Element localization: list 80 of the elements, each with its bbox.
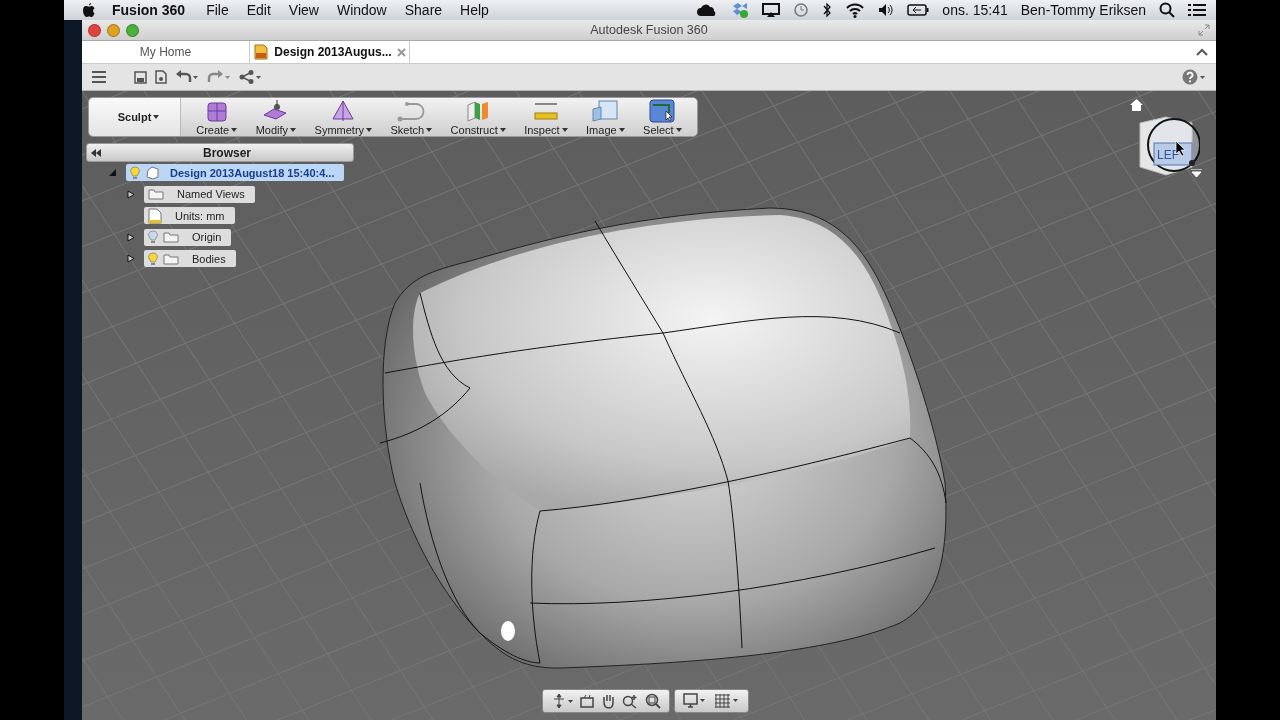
caret-icon bbox=[675, 127, 682, 132]
share-icon[interactable] bbox=[239, 70, 263, 84]
list-icon[interactable] bbox=[1188, 3, 1206, 17]
fullscreen-icon[interactable] bbox=[1198, 24, 1210, 36]
caret-icon bbox=[426, 127, 433, 132]
tool-button[interactable]: Inspect bbox=[522, 98, 570, 136]
browser-title: Browser bbox=[202, 145, 252, 160]
wifi-icon[interactable] bbox=[845, 2, 866, 18]
image-icon bbox=[590, 98, 621, 123]
app-menu[interactable]: Fusion 360 bbox=[96, 2, 198, 18]
menu-item[interactable]: View bbox=[279, 2, 328, 18]
minimize-button[interactable] bbox=[107, 23, 120, 37]
look-at-icon[interactable] bbox=[580, 694, 594, 708]
collapse-panel-icon[interactable] bbox=[91, 148, 101, 157]
airplay-icon[interactable] bbox=[762, 3, 781, 17]
workspace-dropdown[interactable]: Sculpt bbox=[89, 98, 181, 136]
user-name[interactable]: Ben-Tommy Eriksen bbox=[1020, 2, 1146, 18]
tool-button[interactable]: Sketch bbox=[388, 98, 435, 136]
caret-icon bbox=[290, 127, 297, 132]
zoom-icon[interactable] bbox=[622, 693, 638, 709]
menu-item[interactable]: Share bbox=[395, 2, 452, 18]
caret-icon bbox=[366, 127, 373, 132]
dropbox-icon[interactable] bbox=[731, 2, 750, 18]
caret-icon bbox=[499, 127, 506, 132]
tool-button[interactable]: Image bbox=[584, 98, 627, 136]
light-bulb-icon bbox=[148, 251, 158, 266]
collapsed-arrow-icon[interactable] bbox=[127, 189, 135, 199]
bluetooth-icon[interactable] bbox=[822, 2, 833, 18]
expanded-arrow-icon[interactable] bbox=[109, 168, 117, 178]
window-title: Autodesk Fusion 360 bbox=[590, 23, 708, 37]
caret-icon bbox=[618, 127, 625, 132]
component-icon bbox=[145, 165, 159, 180]
menu-item[interactable]: Window bbox=[327, 2, 396, 18]
export-icon[interactable] bbox=[155, 70, 167, 84]
menu-item[interactable]: Edit bbox=[237, 2, 280, 18]
caret-icon bbox=[153, 115, 160, 119]
close-icon[interactable] bbox=[396, 47, 406, 57]
tool-button[interactable]: Select bbox=[641, 98, 684, 136]
pan-hand-icon[interactable] bbox=[601, 693, 615, 709]
folder-icon bbox=[148, 188, 164, 201]
menu-item[interactable]: Help bbox=[451, 2, 498, 18]
tool-button[interactable]: Modify bbox=[253, 98, 299, 136]
tool-button[interactable]: Construct bbox=[448, 98, 508, 136]
folder-icon bbox=[163, 252, 179, 265]
display-icon[interactable] bbox=[683, 693, 707, 709]
light-bulb-icon bbox=[130, 165, 140, 180]
tool-button[interactable]: Symmetry bbox=[312, 98, 375, 136]
orbit-icon[interactable] bbox=[551, 693, 573, 709]
help-icon[interactable] bbox=[1182, 69, 1206, 85]
caret-icon bbox=[231, 127, 238, 132]
close-button[interactable] bbox=[88, 23, 101, 37]
fit-icon[interactable] bbox=[645, 693, 661, 709]
save-icon[interactable] bbox=[134, 70, 147, 84]
volume-icon[interactable] bbox=[878, 3, 895, 17]
collapsed-arrow-icon[interactable] bbox=[127, 254, 135, 264]
ruler-icon bbox=[148, 207, 162, 224]
file-icon bbox=[253, 44, 270, 60]
tree-item[interactable]: Bodies bbox=[144, 250, 236, 268]
tree-item[interactable]: Units: mm bbox=[144, 207, 235, 225]
undo-icon[interactable] bbox=[175, 70, 199, 84]
select-icon bbox=[647, 98, 678, 123]
view-menu-icon[interactable] bbox=[1191, 169, 1202, 177]
battery-icon[interactable] bbox=[907, 4, 930, 16]
collapsed-arrow-icon[interactable] bbox=[127, 232, 135, 242]
search-icon[interactable] bbox=[1159, 2, 1175, 18]
caret-icon bbox=[561, 127, 568, 132]
grid-icon[interactable] bbox=[714, 693, 740, 709]
redo-icon[interactable] bbox=[207, 70, 231, 84]
menu-icon[interactable] bbox=[92, 71, 106, 83]
menu-clock: ons. 15:41 bbox=[942, 2, 1008, 18]
tool-button[interactable]: Create bbox=[194, 98, 240, 136]
light-bulb-icon bbox=[148, 230, 158, 245]
tree-item[interactable]: Design 2013August18 15:40:4... bbox=[126, 164, 345, 182]
apple-icon bbox=[82, 2, 96, 18]
menu-item[interactable]: File bbox=[197, 2, 238, 18]
folder-icon bbox=[163, 231, 179, 244]
clock-icon[interactable] bbox=[793, 2, 810, 18]
collapse-icon[interactable] bbox=[1196, 48, 1208, 56]
home-icon[interactable] bbox=[1130, 99, 1143, 111]
zoom-button[interactable] bbox=[126, 23, 139, 37]
